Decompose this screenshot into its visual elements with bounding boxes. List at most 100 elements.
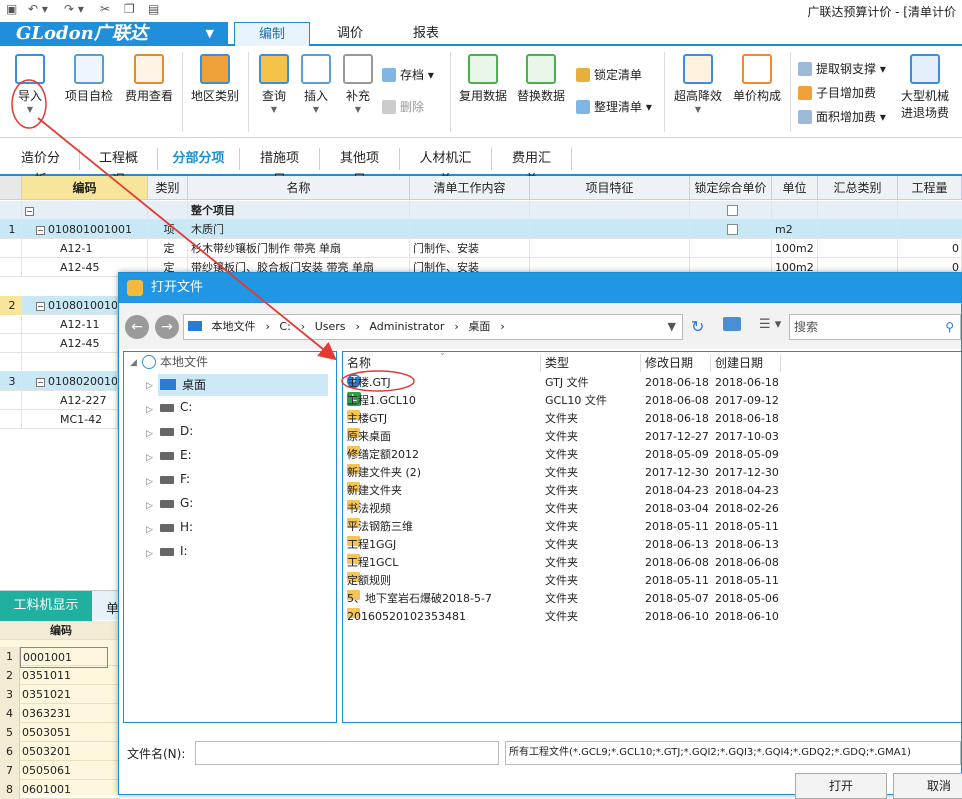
- file-row[interactable]: 平法钢筋三维 文件夹 2018-05-11 2018-05-11: [343, 518, 961, 536]
- table-row[interactable]: 6 0503201: [0, 742, 120, 761]
- expand-icon[interactable]: ▷: [146, 381, 153, 391]
- breadcrumb-local[interactable]: 本地文件: [212, 320, 256, 333]
- tab-project-overview[interactable]: 工程概况: [80, 148, 158, 188]
- tab-sub-items[interactable]: 分部分项: [158, 148, 240, 170]
- breadcrumb-users[interactable]: Users: [315, 320, 346, 333]
- query-button[interactable]: 查询 ▼: [254, 54, 294, 114]
- column-header-code[interactable]: 编码: [22, 176, 148, 200]
- column-header-lock-price[interactable]: 锁定综合单价: [690, 176, 772, 200]
- app-logo[interactable]: GLodon广联达 ▼: [0, 22, 228, 46]
- breadcrumb-administrator[interactable]: Administrator: [369, 320, 444, 333]
- tree-item-drive-i[interactable]: I:: [160, 544, 188, 558]
- column-header-name[interactable]: 名称: [188, 176, 410, 200]
- tree-item-drive-c[interactable]: C:: [160, 400, 192, 414]
- column-header-created[interactable]: 创建日期: [711, 354, 781, 372]
- table-row[interactable]: 3 0351021: [0, 685, 120, 704]
- search-icon[interactable]: ⚲: [945, 315, 954, 339]
- table-row[interactable]: 5 0503051: [0, 723, 120, 742]
- table-row[interactable]: 8 0601001: [0, 780, 120, 799]
- chevron-down-icon[interactable]: ▼: [668, 315, 676, 339]
- table-row[interactable]: MC1-42: [0, 410, 118, 429]
- organize-list-button[interactable]: 整理清单 ▾: [576, 98, 652, 115]
- file-row[interactable]: 20160520102353481 文件夹 2018-06-10 2018-06-10: [343, 608, 961, 626]
- back-icon[interactable]: ←: [125, 315, 149, 339]
- save-button[interactable]: 存档 ▾: [382, 66, 434, 83]
- address-bar[interactable]: 本地文件 › C: › Users › Administrator › 桌面 › ▼: [183, 314, 683, 340]
- view-options-icon[interactable]: ☰ ▾: [759, 317, 781, 332]
- column-header-quantity[interactable]: 工程量: [898, 176, 962, 200]
- redo-icon[interactable]: ↷ ▾: [64, 2, 84, 16]
- lock-checkbox[interactable]: [726, 205, 738, 216]
- tab-cost-analysis[interactable]: 造价分析: [2, 148, 80, 188]
- breadcrumb-c[interactable]: C:: [279, 320, 290, 333]
- tab-measures[interactable]: 措施项目: [240, 148, 320, 188]
- column-header-name[interactable]: 名称: [343, 354, 541, 372]
- sub-item-fee-button[interactable]: 子目增加费: [798, 84, 876, 101]
- project-check-button[interactable]: 项目自检: [62, 54, 116, 104]
- filename-input[interactable]: [195, 741, 499, 765]
- table-row[interactable]: 2 0351011: [0, 666, 120, 685]
- expand-icon[interactable]: ▷: [146, 405, 153, 415]
- file-row[interactable]: 定额规则 文件夹 2018-05-11 2018-05-11: [343, 572, 961, 590]
- expand-icon[interactable]: ▷: [146, 453, 153, 463]
- tree-item-drive-h[interactable]: H:: [160, 520, 193, 534]
- collapse-icon[interactable]: −: [36, 302, 45, 311]
- file-row[interactable]: 新建文件夹 文件夹 2018-04-23 2018-04-23: [343, 482, 961, 500]
- table-row[interactable]: A12-227: [0, 391, 118, 410]
- new-folder-icon[interactable]: [723, 317, 741, 331]
- supplement-button[interactable]: 补充 ▼: [340, 54, 376, 114]
- column-header-unit[interactable]: 单位: [772, 176, 818, 200]
- column-header-summary[interactable]: 汇总类别: [818, 176, 898, 200]
- expand-icon[interactable]: ◢: [130, 358, 137, 368]
- area-fee-button[interactable]: 面积增加费 ▾: [798, 108, 886, 125]
- expand-icon[interactable]: ▷: [146, 477, 153, 487]
- table-row[interactable]: A12-1 定 杉木带纱镶板门制作 带亮 单扇 门制作、安装 100m2 0: [0, 239, 962, 258]
- raise-lower-button[interactable]: 超高降效 ▼: [670, 54, 726, 114]
- import-button[interactable]: 导入 ▼: [10, 54, 50, 114]
- file-row[interactable]: 修缮定额2012 文件夹 2018-05-09 2018-05-09: [343, 446, 961, 464]
- tab-fee-summary[interactable]: 费用汇总: [492, 148, 572, 188]
- column-header-type[interactable]: 类型: [541, 354, 641, 372]
- paste-icon[interactable]: ▤: [148, 2, 159, 16]
- table-row[interactable]: [0, 353, 118, 372]
- file-row[interactable]: 工程1GGJ 文件夹 2018-06-13 2018-06-13: [343, 536, 961, 554]
- tab-other-items[interactable]: 其他项目: [320, 148, 400, 188]
- table-row[interactable]: A12-45: [0, 334, 118, 353]
- insert-button[interactable]: 插入 ▼: [298, 54, 334, 114]
- file-type-select[interactable]: 所有工程文件(*.GCL9;*.GCL10;*.GTJ;*.GQI2;*.GQI…: [505, 741, 961, 765]
- forward-icon[interactable]: →: [155, 315, 179, 339]
- cancel-button[interactable]: 取消: [893, 773, 962, 799]
- fee-view-button[interactable]: 费用查看: [122, 54, 176, 104]
- tab-edit[interactable]: 编制: [234, 22, 310, 46]
- table-row[interactable]: A12-11: [0, 315, 118, 334]
- breadcrumb-desktop[interactable]: 桌面: [468, 320, 490, 333]
- file-row[interactable]: 5、地下室岩石爆破2018-5-7 文件夹 2018-05-07 2018-05-06: [343, 590, 961, 608]
- tree-item-desktop[interactable]: 桌面: [158, 374, 328, 396]
- file-row[interactable]: 工程1GCL 文件夹 2018-06-08 2018-06-08: [343, 554, 961, 572]
- table-row[interactable]: 3 −010802001001: [0, 372, 118, 391]
- tab-reports[interactable]: 报表: [388, 22, 464, 46]
- replace-data-button[interactable]: 替换数据: [514, 54, 568, 104]
- column-header-type[interactable]: 类别: [148, 176, 188, 200]
- open-button[interactable]: 打开: [795, 773, 887, 799]
- table-row[interactable]: 7 0505061: [0, 761, 120, 780]
- refresh-icon[interactable]: ↻: [691, 317, 704, 336]
- file-row[interactable]: T 主楼.GTJ GTJ 文件 2018-06-18 2018-06-18: [343, 374, 961, 392]
- expand-icon[interactable]: ▷: [146, 525, 153, 535]
- column-header-modified[interactable]: 修改日期: [641, 354, 711, 372]
- column-header-features[interactable]: 项目特征: [530, 176, 690, 200]
- search-input[interactable]: 搜索 ⚲: [789, 314, 961, 340]
- lock-checkbox[interactable]: [726, 224, 738, 235]
- region-button[interactable]: 地区类别: [188, 54, 242, 104]
- tree-item-drive-f[interactable]: F:: [160, 472, 190, 486]
- expand-icon[interactable]: ▷: [146, 501, 153, 511]
- collapse-icon[interactable]: −: [36, 378, 45, 387]
- column-header-code[interactable]: 编码: [50, 621, 72, 640]
- tab-material-display[interactable]: 工料机显示: [0, 591, 92, 621]
- tab-labor-material-summary[interactable]: 人材机汇总: [400, 148, 492, 188]
- cut-icon[interactable]: ✂: [100, 2, 110, 16]
- rebar-support-button[interactable]: 提取钢支撑 ▾: [798, 60, 886, 77]
- copy-icon[interactable]: ❐: [124, 2, 135, 16]
- file-row[interactable]: 新建文件夹 (2) 文件夹 2017-12-30 2017-12-30: [343, 464, 961, 482]
- reuse-data-button[interactable]: 复用数据: [456, 54, 510, 104]
